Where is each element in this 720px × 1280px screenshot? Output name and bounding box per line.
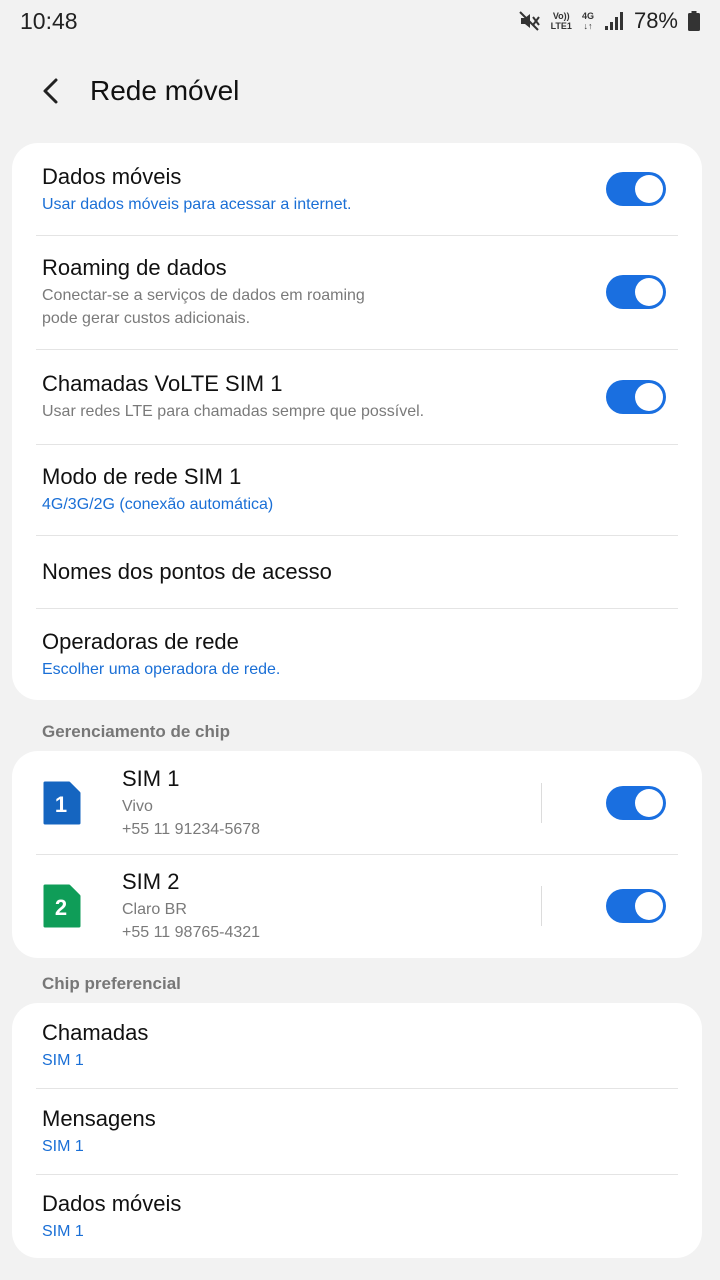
preferred-calls-row[interactable]: Chamadas SIM 1: [12, 1003, 702, 1088]
network-operators-subtitle: Escolher uma operadora de rede.: [42, 660, 281, 678]
battery-icon: [688, 11, 700, 31]
sim2-name: SIM 2: [122, 869, 180, 894]
data-roaming-subtitle: Conectar-se a serviços de dados em roami…: [42, 287, 365, 327]
volte-calls-subtitle: Usar redes LTE para chamadas sempre que …: [42, 403, 425, 420]
network-mode-row[interactable]: Modo de rede SIM 1 4G/3G/2G (conexão aut…: [12, 444, 702, 535]
mute-icon: [518, 11, 541, 31]
volte-calls-row[interactable]: Chamadas VoLTE SIM 1 Usar redes LTE para…: [12, 349, 702, 444]
back-arrow-icon: [43, 78, 58, 104]
volte-calls-title: Chamadas VoLTE SIM 1: [42, 371, 283, 396]
data-roaming-row[interactable]: Roaming de dados Conectar-se a serviços …: [12, 235, 702, 349]
battery-percent: 78%: [633, 8, 678, 33]
volte-top-label: Vo)): [552, 11, 570, 21]
sim1-row[interactable]: 1 SIM 1 Vivo +55 11 91234-5678: [12, 751, 702, 854]
network-type-label: 4G: [581, 11, 594, 21]
sim2-row[interactable]: 2 SIM 2 Claro BR +55 11 98765-4321: [12, 854, 702, 958]
toggle-knob: [635, 892, 663, 920]
network-mode-title: Modo de rede SIM 1: [42, 464, 242, 489]
mobile-data-toggle[interactable]: [606, 172, 666, 206]
sim2-icon: 2: [43, 884, 81, 928]
sim2-carrier: Claro BR: [122, 901, 187, 918]
sim2-phone: +55 11 98765-4321: [122, 924, 261, 941]
preferred-mobile-data-title: Dados móveis: [42, 1190, 182, 1216]
toggle-knob: [635, 278, 663, 306]
status-time: 10:48: [20, 7, 78, 34]
data-roaming-toggle[interactable]: [606, 275, 666, 309]
volte-icon: Vo)) LTE1: [551, 11, 572, 31]
mobile-data-subtitle: Usar dados móveis para acessar a interne…: [42, 195, 352, 213]
toggle-knob: [635, 175, 663, 203]
preferred-mobile-data-row[interactable]: Dados móveis SIM 1: [12, 1174, 702, 1258]
preferred-messages-title: Mensagens: [42, 1105, 156, 1131]
preferred-mobile-data-value: SIM 1: [42, 1222, 84, 1240]
divider: [541, 886, 542, 926]
divider: [541, 782, 542, 823]
sim1-carrier: Vivo: [122, 797, 153, 815]
volte-calls-toggle[interactable]: [606, 379, 666, 414]
mobile-network-settings-card: Dados móveis Usar dados móveis para aces…: [12, 143, 702, 700]
preferred-sim-card: Chamadas SIM 1 Mensagens SIM 1 Dados móv…: [12, 1003, 702, 1258]
network-mode-value: 4G/3G/2G (conexão automática): [42, 496, 274, 513]
sim2-toggle[interactable]: [606, 889, 666, 923]
toggle-knob: [635, 382, 663, 411]
access-point-names-title: Nomes dos pontos de acesso: [42, 558, 332, 584]
sim1-toggle[interactable]: [606, 785, 666, 820]
data-activity-label: ↓↑: [583, 21, 593, 31]
network-operators-row[interactable]: Operadoras de rede Escolher uma operador…: [12, 608, 702, 700]
sim1-icon: 1: [43, 781, 81, 824]
toggle-knob: [635, 788, 663, 817]
app-header: Rede móvel: [0, 58, 720, 124]
preferred-calls-value: SIM 1: [42, 1052, 84, 1069]
page-title: Rede móvel: [90, 75, 240, 106]
sim-management-card: 1 SIM 1 Vivo +55 11 91234-5678 2 SIM 2 C…: [12, 751, 702, 958]
sim1-phone: +55 11 91234-5678: [122, 820, 261, 838]
signal-icon: [604, 11, 624, 31]
preferred-messages-value: SIM 1: [42, 1137, 84, 1155]
chip-management-label: Gerenciamento de chip: [42, 722, 230, 741]
preferred-calls-title: Chamadas: [42, 1020, 149, 1045]
sim1-name: SIM 1: [122, 765, 180, 791]
back-button[interactable]: [22, 62, 80, 120]
preferred-messages-row[interactable]: Mensagens SIM 1: [12, 1088, 702, 1174]
mobile-data-title: Dados móveis: [42, 163, 182, 189]
data-roaming-title: Roaming de dados: [42, 255, 227, 280]
sim2-number: 2: [55, 895, 67, 920]
status-icons: Vo)) LTE1 4G ↓↑ 78%: [518, 8, 700, 34]
sim1-number: 1: [55, 792, 67, 817]
access-point-names-row[interactable]: Nomes dos pontos de acesso: [12, 535, 702, 608]
network-type-icon: 4G ↓↑: [582, 11, 594, 31]
network-operators-title: Operadoras de rede: [42, 628, 239, 654]
status-bar: 10:48 Vo)) LTE1 4G ↓↑ 78%: [0, 0, 720, 42]
preferred-sim-label: Chip preferencial: [42, 974, 181, 993]
volte-bottom-label: LTE1: [550, 21, 572, 31]
mobile-data-row[interactable]: Dados móveis Usar dados móveis para aces…: [12, 143, 702, 235]
